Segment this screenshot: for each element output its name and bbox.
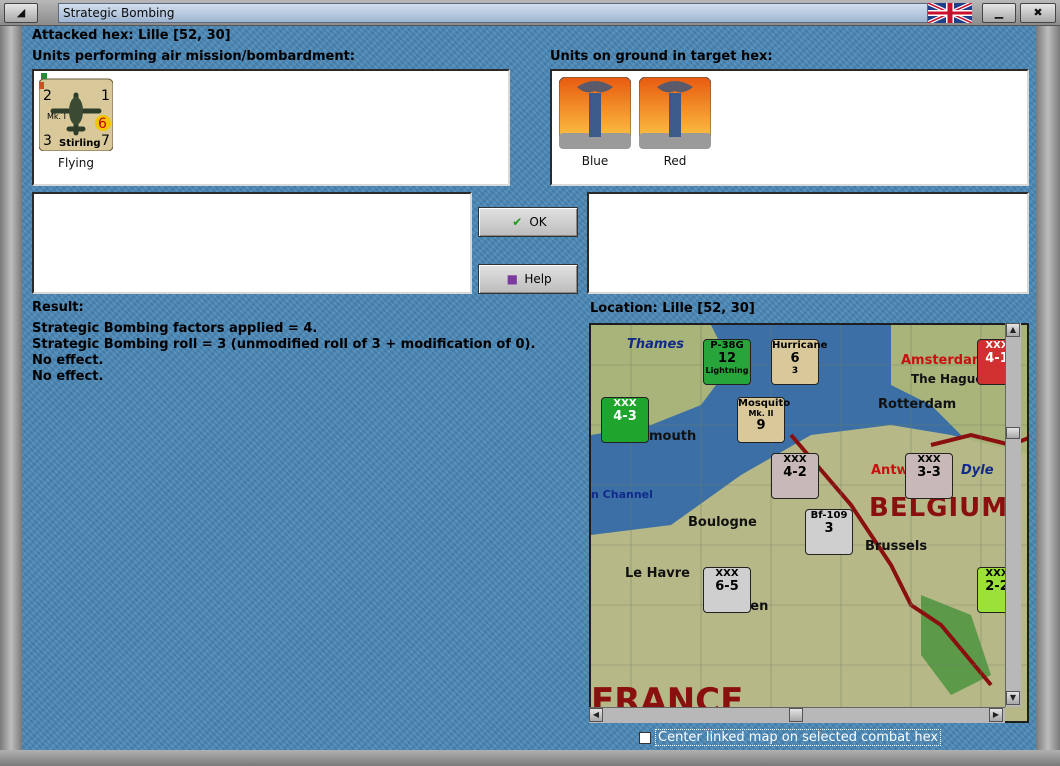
- map-label: Dyle: [961, 463, 994, 478]
- counter-label: Hurricane: [772, 340, 828, 351]
- map-counter[interactable]: Bf-109 3: [805, 509, 853, 555]
- counter-value: 3: [824, 521, 834, 536]
- counter-value: 9: [756, 418, 766, 433]
- scroll-left-icon[interactable]: ◀: [589, 708, 603, 722]
- result-label: Result:: [32, 300, 84, 315]
- help-button-label: Help: [524, 272, 552, 286]
- strategic-bombing-window: ◢ Strategic Bombing ▁ ✖ Attacked hex: Li…: [0, 0, 1060, 766]
- stirling-mid-right: 6: [98, 116, 107, 132]
- counter-value: 6-5: [715, 579, 739, 594]
- minimize-icon: ▁: [994, 6, 1004, 19]
- location-map[interactable]: Thames Amsterdam The Hague Rotterdam mou…: [589, 323, 1029, 723]
- book-icon: ■: [506, 272, 518, 286]
- counter-value: 6: [790, 351, 800, 366]
- counter-label: Mosquito: [738, 398, 791, 409]
- map-counter[interactable]: P-38G 12 Lightning: [703, 339, 751, 385]
- stirling-top-right: 1: [101, 88, 110, 104]
- ground-unit-red[interactable]: Red: [638, 76, 712, 168]
- map-label: Brussels: [865, 539, 928, 554]
- ground-units-box: Blue Red: [550, 69, 1029, 186]
- map-vertical-scrollbar[interactable]: ▲ ▼: [1005, 323, 1021, 707]
- map-counter[interactable]: XXX 4-3: [601, 397, 649, 443]
- air-units-box: 2 1 Mk. I 6 3 Stirling 7 Flying: [32, 69, 510, 186]
- help-button[interactable]: ■ Help: [478, 264, 578, 294]
- map-label: Antw: [871, 463, 909, 478]
- counter-value: 3-3: [917, 465, 941, 480]
- result-line: Strategic Bombing roll = 3 (unmodified r…: [32, 337, 536, 352]
- location-label: Location: Lille [52, 30]: [590, 301, 755, 316]
- counter-label: XXX: [783, 454, 807, 465]
- map-counter[interactable]: Hurricane 6 3: [771, 339, 828, 385]
- minimize-button[interactable]: ▁: [982, 3, 1016, 23]
- result-line: No effect.: [32, 369, 104, 384]
- stirling-name: Stirling: [59, 138, 100, 149]
- title-bar: ◢ Strategic Bombing ▁ ✖: [0, 0, 1060, 26]
- map-counter[interactable]: XXX 4-2: [771, 453, 819, 499]
- map-label: The Hague: [911, 372, 984, 386]
- scroll-up-icon[interactable]: ▲: [1006, 323, 1020, 337]
- stirling-bottom-right: 7: [101, 133, 110, 149]
- bottom-frame: [0, 750, 1060, 766]
- map-label: mouth: [649, 429, 697, 444]
- map-horizontal-scrollbar[interactable]: ◀ ▶: [589, 707, 1005, 723]
- checkmark-icon: ✔: [512, 215, 523, 229]
- stirling-counter-icon: 2 1 Mk. I 6 3 Stirling 7: [37, 73, 114, 152]
- map-counter[interactable]: XXX 3-3: [905, 453, 953, 499]
- map-counter[interactable]: Mosquito Mk. II 9: [737, 397, 791, 443]
- restore-icon: ◢: [16, 6, 26, 19]
- result-line: Strategic Bombing factors applied = 4.: [32, 321, 318, 336]
- air-unit-status: Flying: [58, 156, 94, 170]
- air-details-box: [32, 192, 472, 294]
- center-map-checkbox[interactable]: [639, 731, 651, 744]
- counter-value: 4-3: [613, 409, 637, 424]
- ground-unit-caption: Blue: [581, 154, 609, 168]
- center-map-checkbox-label: Center linked map on selected combat hex: [655, 729, 942, 746]
- ok-button-label: OK: [529, 215, 547, 229]
- scroll-thumb-vertical[interactable]: [1006, 427, 1020, 439]
- counter-value: 12: [717, 351, 737, 366]
- air-units-label: Units performing air mission/bombardment…: [32, 49, 356, 64]
- ok-button[interactable]: ✔ OK: [478, 207, 578, 237]
- restore-button[interactable]: ◢: [4, 3, 38, 23]
- result-line: No effect.: [32, 353, 104, 368]
- map-label: Thames: [627, 337, 684, 352]
- stirling-top-left: 2: [43, 88, 52, 104]
- ground-unit-caption: Red: [663, 154, 687, 168]
- map-counter[interactable]: XXX 6-5: [703, 567, 751, 613]
- map-label: n Channel: [591, 488, 653, 501]
- scroll-thumb-horizontal[interactable]: [789, 708, 803, 722]
- map-label: Le Havre: [625, 566, 690, 581]
- counter-label: XXX: [917, 454, 941, 465]
- attacked-hex-label: Attacked hex: Lille [52, 30]: [32, 28, 231, 43]
- counter-label: XXX: [715, 568, 739, 579]
- ground-details-box: [587, 192, 1029, 294]
- counter-sub: 3: [791, 366, 799, 376]
- uk-flag-icon: [928, 3, 972, 23]
- left-frame: [0, 26, 22, 752]
- ground-units-label: Units on ground in target hex:: [550, 49, 773, 64]
- air-unit-stirling[interactable]: 2 1 Mk. I 6 3 Stirling 7 Flying: [37, 73, 114, 170]
- stirling-bottom-left: 3: [43, 133, 52, 149]
- map-label: Boulogne: [688, 515, 757, 530]
- factory-icon: [558, 76, 632, 150]
- counter-sub: Lightning: [705, 366, 749, 375]
- counter-label: P-38G: [710, 340, 744, 351]
- counter-label: Bf-109: [810, 510, 848, 521]
- center-map-checkbox-row[interactable]: Center linked map on selected combat hex: [639, 729, 942, 746]
- counter-value: 4-2: [783, 465, 807, 480]
- map-label: Rotterdam: [878, 397, 957, 412]
- window-title: Strategic Bombing: [58, 3, 928, 23]
- ground-unit-blue[interactable]: Blue: [558, 76, 632, 168]
- close-icon: ✖: [1033, 6, 1043, 19]
- dialog-content: Attacked hex: Lille [52, 30] Units perfo…: [22, 26, 1036, 750]
- stirling-model: Mk. I: [47, 112, 66, 121]
- counter-sub: Mk. II: [748, 409, 774, 418]
- scroll-right-icon[interactable]: ▶: [989, 708, 1003, 722]
- close-button[interactable]: ✖: [1020, 3, 1056, 23]
- scroll-down-icon[interactable]: ▼: [1006, 691, 1020, 705]
- counter-label: XXX: [613, 398, 637, 409]
- map-label: Amsterdam: [901, 353, 986, 368]
- factory-icon: [638, 76, 712, 150]
- right-frame: [1036, 26, 1060, 752]
